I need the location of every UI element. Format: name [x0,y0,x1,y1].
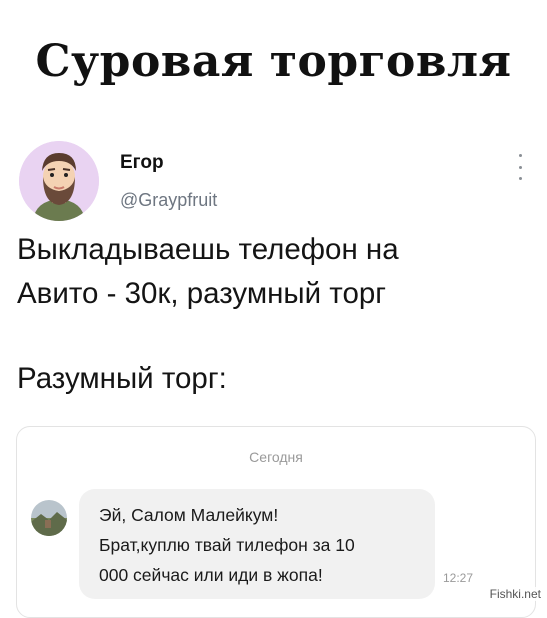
author-handle[interactable]: @Graypfruit [120,190,217,211]
message-line-1: Эй, Салом Малейкум! [99,505,279,525]
tweet-text-line-3: Разумный торг: [17,362,227,395]
author-avatar[interactable] [19,141,99,221]
watermark: Fishki.net [487,587,543,601]
message-line-3: 000 сейчас или иди в жопа! [99,565,323,585]
landscape-photo-icon [31,500,67,536]
bearded-man-avatar-icon [19,141,99,221]
message-line-2: Брат,куплю твай тилефон за 10 [99,535,355,555]
meme-title: Суровая торговля [35,36,512,87]
author-name[interactable]: Егор [120,152,164,174]
vertical-ellipsis-icon[interactable] [516,154,524,180]
tweet-text-line-2: Авито - 30к, разумный торг [17,277,387,310]
message-bubble[interactable]: Эй, Салом Малейкум! Брат,куплю твай тиле… [79,489,435,599]
chat-screenshot: Сегодня Эй, Салом Малейкум! Брат,куплю т… [16,426,536,618]
message-timestamp: 12:27 [443,571,474,585]
chat-date-label: Сегодня [249,449,303,465]
tweet-text-line-1: Выкладываешь телефон на [17,233,399,266]
sender-avatar[interactable] [31,500,67,536]
